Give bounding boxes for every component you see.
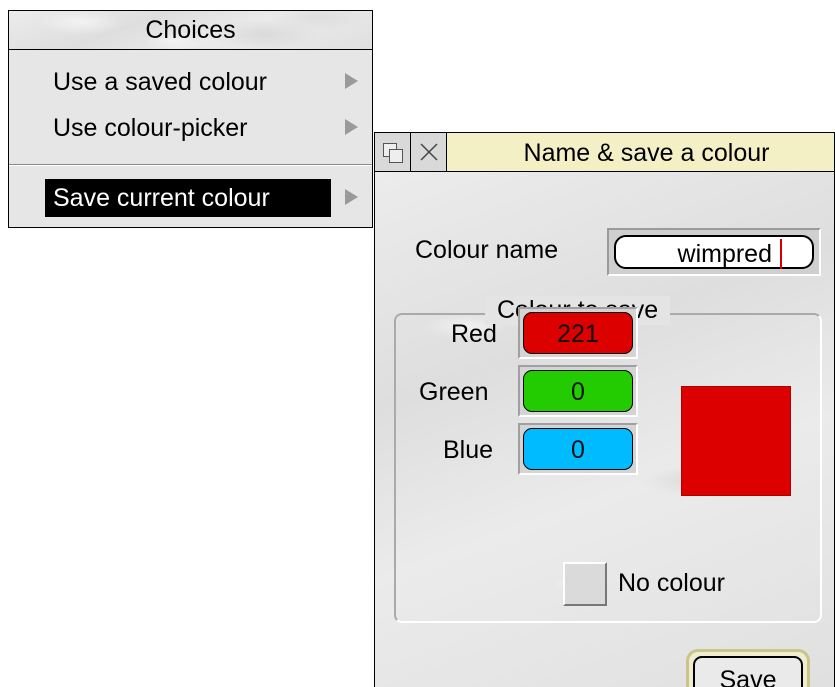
window-body: Colour name wimpred Colour to save Red 2… (374, 172, 835, 687)
back-icon[interactable] (375, 133, 411, 171)
title-bar[interactable]: Name & save a colour (374, 132, 835, 172)
no-colour-checkbox[interactable] (563, 562, 607, 606)
save-button-label: Save (693, 656, 803, 687)
colour-name-label: Colour name (415, 236, 559, 264)
choices-menu: Choices Use a saved colour Use colour-pi… (8, 10, 373, 228)
menu-item-label: Save current colour (45, 179, 331, 217)
colour-name-input[interactable]: wimpred (614, 235, 814, 269)
submenu-arrow-icon (345, 73, 358, 89)
submenu-arrow-icon (345, 189, 358, 205)
menu-item-label: Use colour-picker (53, 114, 248, 142)
menu-title: Choices (9, 11, 372, 50)
red-label: Red (451, 320, 497, 348)
no-colour-label: No colour (618, 569, 725, 597)
blue-value-field[interactable]: 0 (523, 428, 633, 470)
save-button[interactable]: Save (686, 649, 810, 687)
menu-item-use-saved-colour[interactable]: Use a saved colour (9, 63, 372, 101)
blue-label: Blue (443, 436, 494, 464)
text-caret (780, 239, 782, 269)
menu-item-label: Use a saved colour (53, 68, 268, 96)
green-well: 0 (518, 365, 638, 417)
menu-item-save-current-colour[interactable]: Save current colour (9, 179, 372, 217)
red-value-field[interactable]: 221 (523, 312, 633, 354)
green-label: Green (419, 378, 489, 406)
menu-item-use-colour-picker[interactable]: Use colour-picker (9, 109, 372, 147)
menu-separator (9, 164, 372, 166)
red-well: 221 (518, 307, 638, 359)
colour-name-well: wimpred (607, 228, 821, 276)
blue-well: 0 (518, 423, 638, 475)
submenu-arrow-icon (345, 119, 358, 135)
colour-swatch (681, 386, 791, 496)
colour-name-value: wimpred (677, 240, 772, 268)
close-icon[interactable] (411, 133, 447, 171)
green-value-field[interactable]: 0 (523, 370, 633, 412)
window-title: Name & save a colour (523, 139, 770, 167)
save-colour-window: Name & save a colour Colour name wimpred… (374, 132, 835, 687)
desktop: Choices Use a saved colour Use colour-pi… (0, 0, 835, 687)
